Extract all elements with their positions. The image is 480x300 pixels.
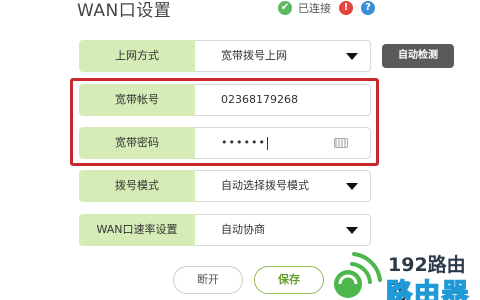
connection-type-label: 上网方式 — [79, 40, 195, 72]
watermark-subtitle: 路由器 — [385, 278, 471, 300]
dropdown-arrow-icon — [346, 53, 358, 60]
connection-type-select[interactable]: 宽带拨号上网 — [195, 40, 371, 72]
auto-detect-button[interactable]: 自动检测 — [382, 44, 454, 68]
alert-icon[interactable]: ! — [339, 1, 353, 15]
wan-speed-select[interactable]: 自动协商 — [195, 214, 371, 246]
text-caret — [266, 136, 268, 150]
account-label: 宽带帐号 — [79, 84, 195, 116]
password-input[interactable]: •••••• — [195, 127, 371, 159]
connection-type-value: 宽带拨号上网 — [221, 49, 287, 62]
dial-mode-select[interactable]: 自动选择拨号模式 — [195, 170, 371, 202]
wan-speed-value: 自动协商 — [221, 223, 265, 236]
page-title: WAN口设置 — [77, 1, 172, 21]
status-text: 已连接 — [298, 2, 331, 15]
help-icon[interactable]: ? — [361, 1, 375, 15]
keyboard-icon[interactable] — [334, 138, 348, 148]
save-button[interactable]: 保存 — [254, 266, 324, 294]
watermark-logo-icon — [334, 252, 382, 298]
dial-mode-label: 拨号模式 — [79, 170, 195, 202]
account-value: 02368179268 — [221, 93, 298, 106]
password-value: •••••• — [221, 136, 266, 149]
connection-status: ✔ 已连接 ! ? — [278, 0, 375, 16]
wan-speed-label: WAN口速率设置 — [79, 214, 195, 246]
account-input[interactable]: 02368179268 — [195, 84, 371, 116]
disconnect-button[interactable]: 断开 — [173, 266, 243, 294]
check-icon: ✔ — [278, 1, 292, 15]
dropdown-arrow-icon — [346, 227, 358, 234]
dial-mode-value: 自动选择拨号模式 — [221, 179, 309, 192]
dropdown-arrow-icon — [346, 183, 358, 190]
password-label: 宽带密码 — [79, 127, 195, 159]
